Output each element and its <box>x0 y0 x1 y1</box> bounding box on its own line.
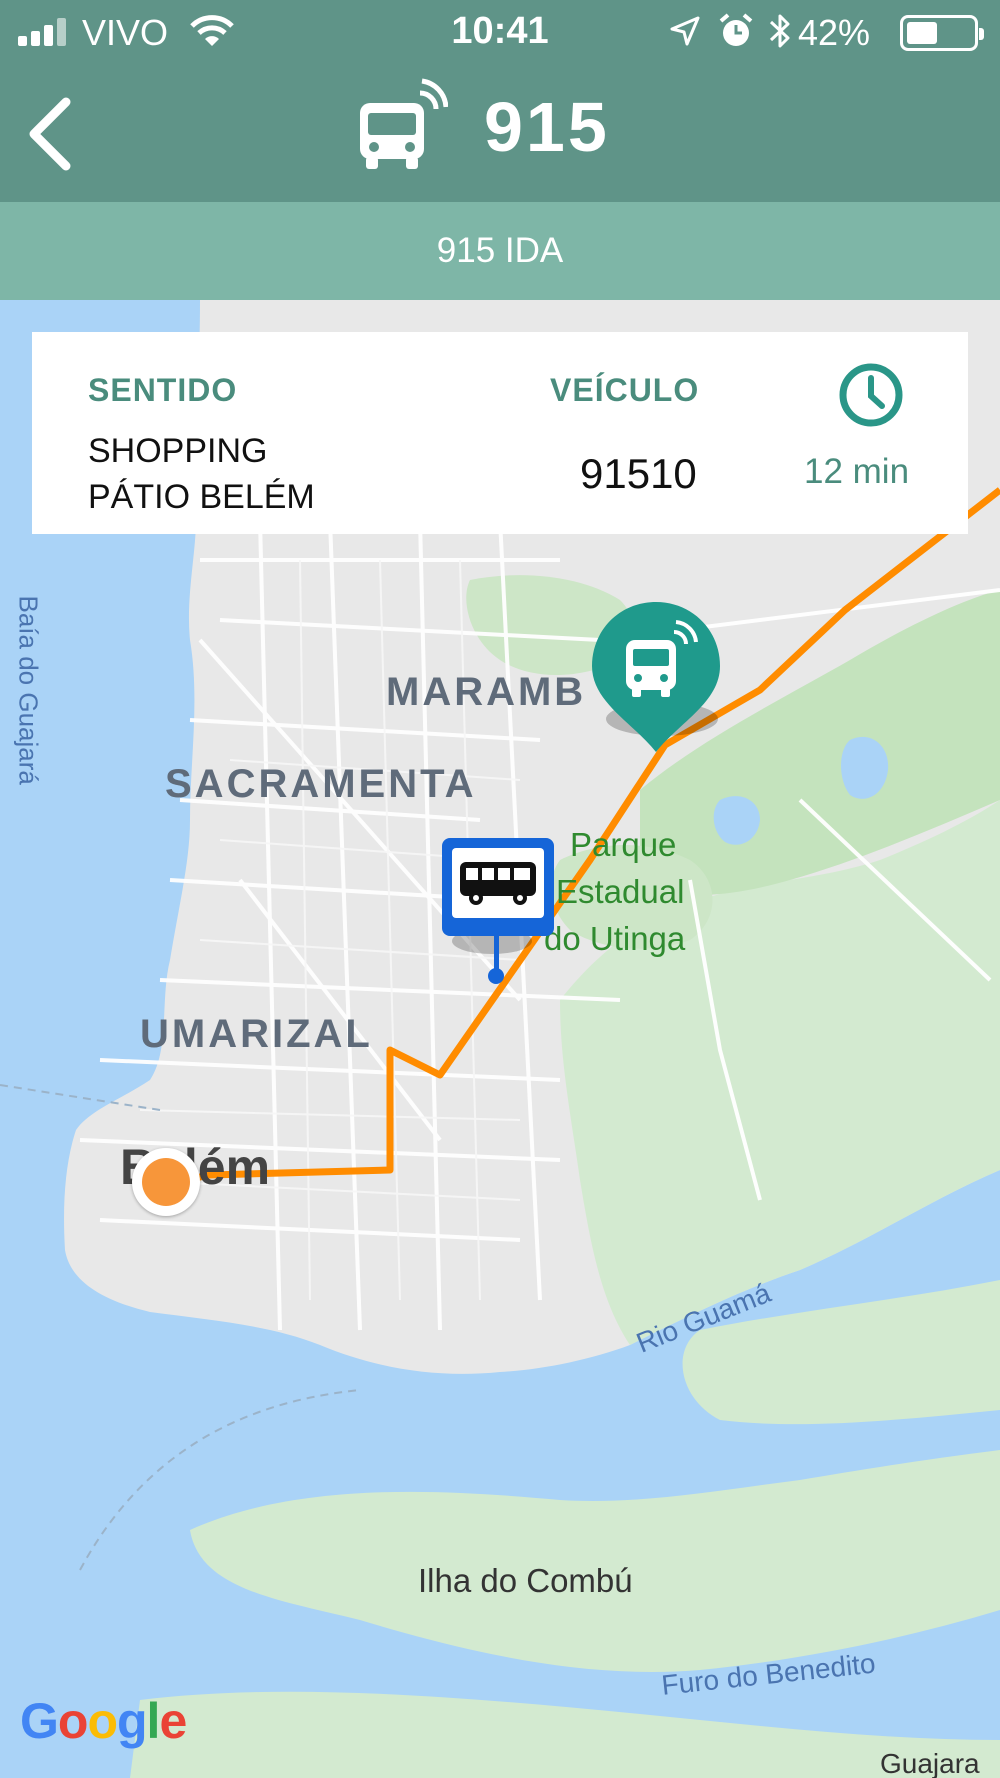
map-label-guajara: Guajara <box>880 1748 980 1778</box>
map-label-sacramenta: SACRAMENTA <box>165 762 477 806</box>
live-bus-marker[interactable] <box>590 602 730 762</box>
status-bar: VIVO 10:41 42% <box>0 0 1000 62</box>
header-title-group: 915 <box>356 72 610 182</box>
route-number-title: 915 <box>484 88 610 166</box>
map-label-baia-guajara: Baía do Guajará <box>13 595 44 785</box>
origin-marker[interactable] <box>132 1148 200 1216</box>
clock-icon <box>839 363 903 427</box>
map-label-parque-1: Parque <box>570 826 677 863</box>
back-chevron-icon[interactable] <box>22 94 82 174</box>
bus-realtime-icon <box>360 78 448 169</box>
battery-percent: 42% <box>797 12 870 53</box>
vehicle-value: 91510 <box>580 450 697 497</box>
eta-value: 12 min <box>804 452 910 491</box>
bus-stop-icon <box>460 862 536 905</box>
nav-bar: 915 <box>0 62 1000 202</box>
google-attribution: Google <box>20 1693 187 1749</box>
map-label-umarizal: UMARIZAL <box>140 1012 373 1056</box>
direction-line-2: PÁTIO BELÉM <box>88 478 315 516</box>
alarm-icon <box>719 13 753 46</box>
bus-stop-marker[interactable] <box>442 838 558 988</box>
trip-info-card: SENTIDO SHOPPING PÁTIO BELÉM VEÍCULO 915… <box>32 332 968 534</box>
bluetooth-icon <box>769 14 790 48</box>
map-label-parque-3: do Utinga <box>544 920 686 957</box>
battery-icon <box>900 15 984 51</box>
direction-label: SENTIDO <box>88 372 238 408</box>
location-arrow-icon <box>670 16 700 46</box>
direction-line-1: SHOPPING <box>88 432 268 470</box>
vehicle-label: VEÍCULO <box>550 372 700 408</box>
direction-value: SHOPPING PÁTIO BELÉM <box>88 428 315 520</box>
route-direction-bar: 915 IDA <box>0 202 1000 300</box>
map-label-marambaia: MARAMB <box>386 670 587 714</box>
map-label-parque-2: Estadual <box>556 873 685 910</box>
map-label-ilha-combu: Ilha do Combú <box>418 1562 633 1599</box>
